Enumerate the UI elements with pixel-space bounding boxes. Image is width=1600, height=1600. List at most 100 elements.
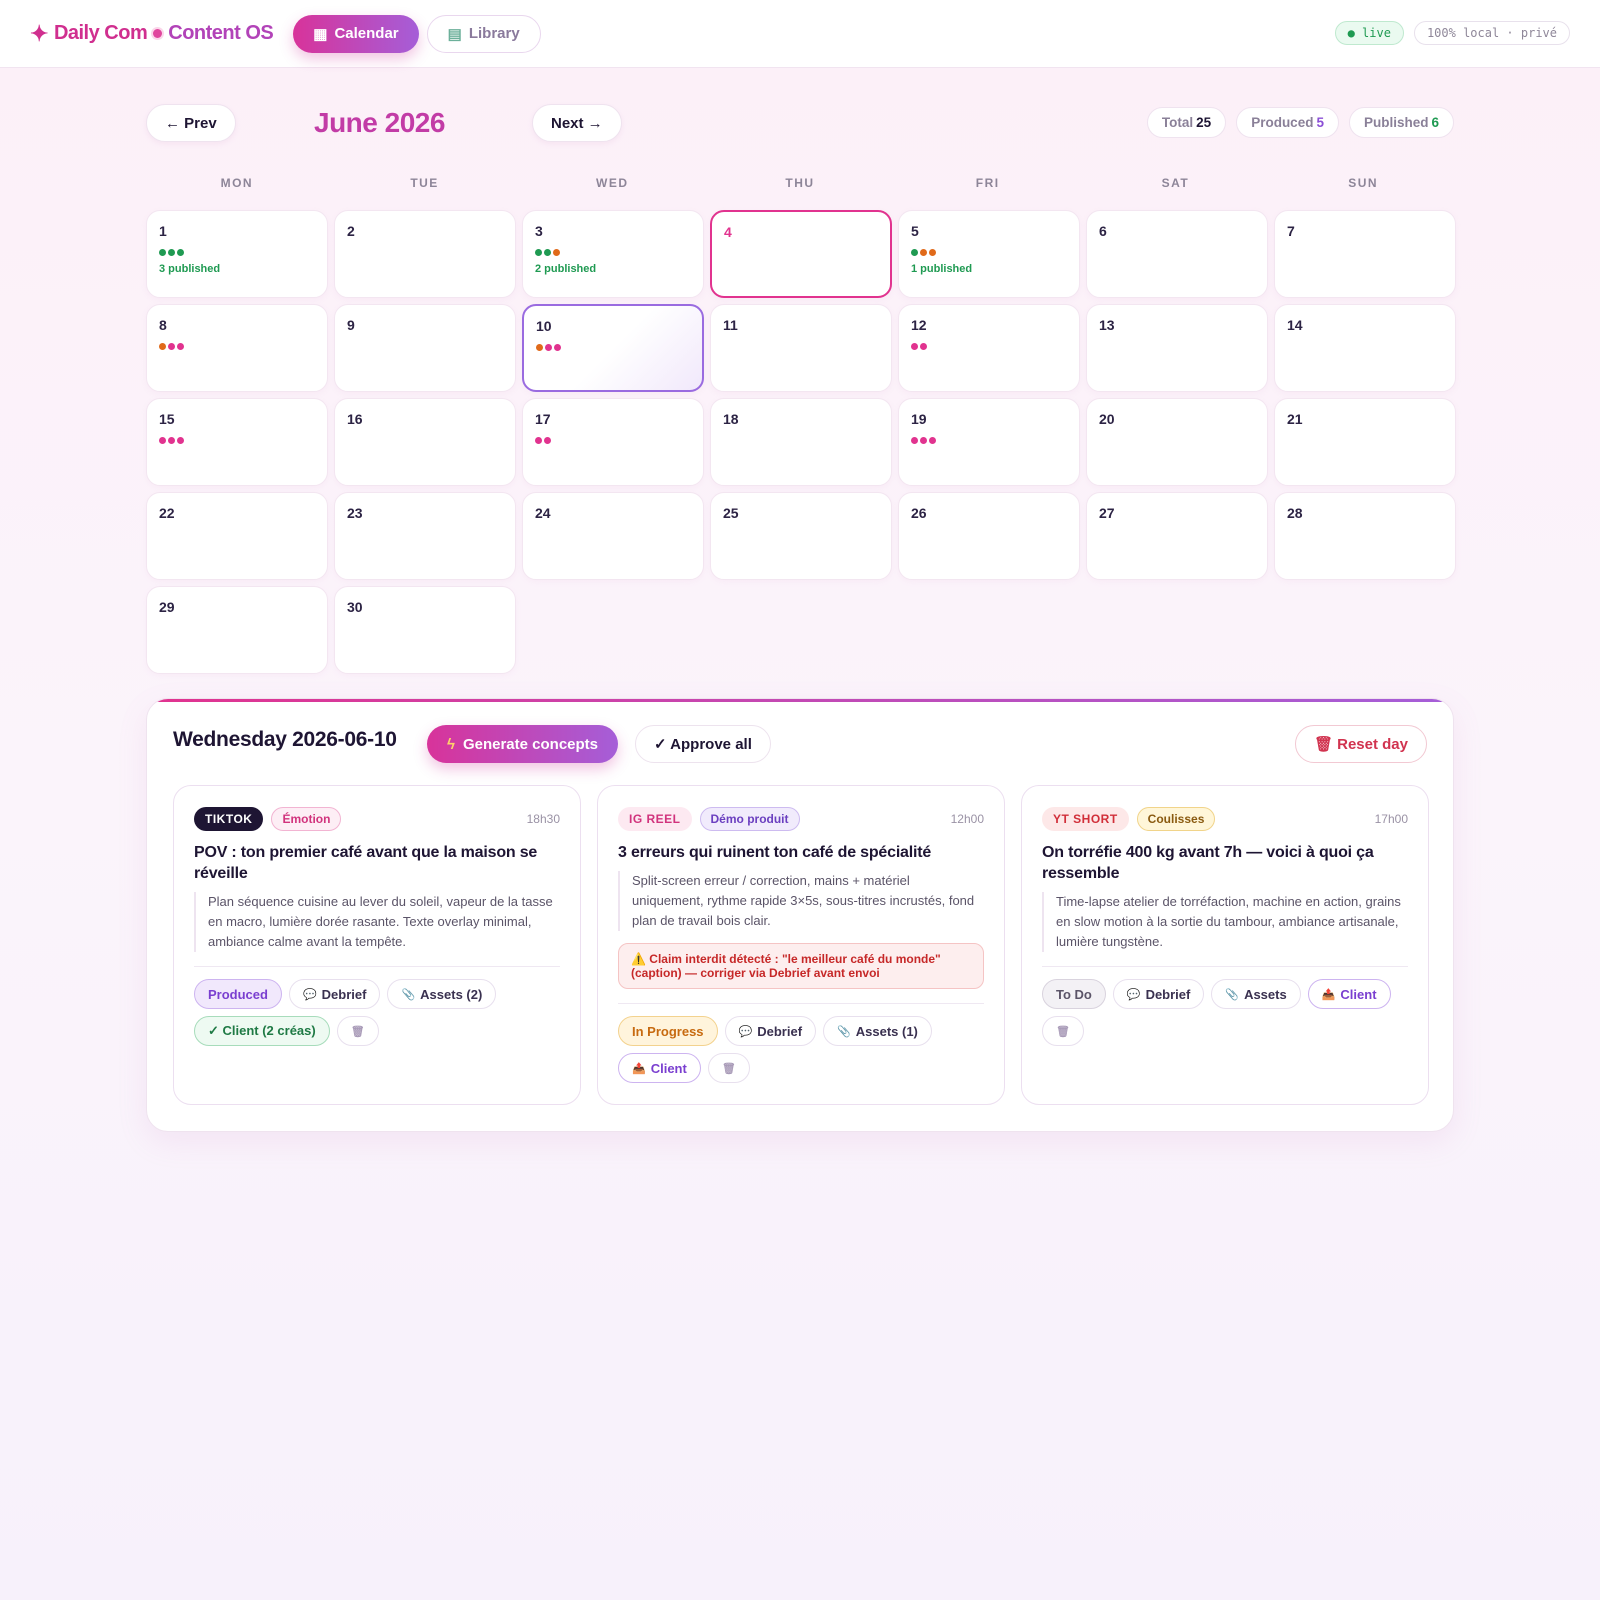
status-dot bbox=[911, 343, 918, 350]
action-client-button[interactable]: 📤 Client bbox=[1307, 979, 1391, 1009]
stat-value: 25 bbox=[1196, 115, 1212, 130]
delete-button[interactable]: 🗑 bbox=[707, 1053, 750, 1083]
status-dots bbox=[911, 343, 1067, 350]
day-cell-10[interactable]: 10 bbox=[522, 304, 704, 392]
reset-day-button[interactable]: 🗑 Reset day bbox=[1295, 725, 1427, 763]
day-cell-11[interactable]: 11 bbox=[710, 304, 892, 392]
day-cell-4[interactable]: 4 bbox=[710, 210, 892, 298]
platform-badge: TIKTOK bbox=[194, 807, 264, 831]
day-cell-24[interactable]: 24 bbox=[522, 492, 704, 580]
generate-concepts-button[interactable]: ϟ Generate concepts bbox=[427, 725, 619, 763]
day-cell-12[interactable]: 12 bbox=[898, 304, 1080, 392]
day-cell-19[interactable]: 19 bbox=[898, 398, 1080, 486]
generate-concepts-label: Generate concepts bbox=[462, 735, 599, 753]
action-client-2-cr-as-button[interactable]: ✓ Client (2 créas) bbox=[194, 1016, 330, 1046]
stat-value: 5 bbox=[1316, 115, 1324, 130]
day-number: 9 bbox=[347, 317, 355, 333]
day-cell-1[interactable]: 1 3 published bbox=[146, 210, 328, 298]
concept-cards: TIKTOK Émotion 18h30 POV : ton premier café… bbox=[173, 785, 1429, 1105]
status-dots bbox=[535, 249, 691, 256]
day-cell-23[interactable]: 23 bbox=[334, 492, 516, 580]
day-cell-17[interactable]: 17 bbox=[522, 398, 704, 486]
day-cell-14[interactable]: 14 bbox=[1274, 304, 1456, 392]
approve-all-button[interactable]: ✓ Approve all bbox=[635, 725, 771, 763]
card-actions: To Do 💬 Debrief 📎 Assets 📤 Client 🗑 bbox=[1042, 979, 1408, 1046]
tab-calendar[interactable]: ▦ Calendar bbox=[293, 14, 419, 53]
concept-description: Time-lapse atelier de torréfaction, mach… bbox=[1042, 892, 1408, 952]
stat-total: Total 25 bbox=[1146, 107, 1227, 138]
paperclip-icon: 📎 bbox=[1225, 988, 1240, 1001]
calendar-grid: 1 3 published 2 3 2 published 4 5 1 published 6 7… bbox=[146, 210, 1456, 674]
day-number: 23 bbox=[347, 505, 363, 521]
action-assets-button[interactable]: 📎 Assets bbox=[1211, 979, 1301, 1009]
category-tag: Coulisses bbox=[1136, 807, 1216, 831]
category-tag: Émotion bbox=[271, 807, 342, 831]
day-cell-2[interactable]: 2 bbox=[334, 210, 516, 298]
day-cell-6[interactable]: 6 bbox=[1086, 210, 1268, 298]
day-cell-27[interactable]: 27 bbox=[1086, 492, 1268, 580]
status-dots bbox=[536, 344, 690, 351]
card-divider bbox=[1042, 966, 1408, 967]
action-in-progress-button[interactable]: In Progress bbox=[618, 1016, 718, 1046]
day-cell-3[interactable]: 3 2 published bbox=[522, 210, 704, 298]
day-cell-26[interactable]: 26 bbox=[898, 492, 1080, 580]
day-cell-21[interactable]: 21 bbox=[1274, 398, 1456, 486]
prev-month-button[interactable]: ← Prev bbox=[146, 104, 236, 142]
day-cell-22[interactable]: 22 bbox=[146, 492, 328, 580]
day-number: 15 bbox=[159, 411, 175, 427]
day-cell-9[interactable]: 9 bbox=[334, 304, 516, 392]
day-number: 17 bbox=[535, 411, 551, 427]
day-cell-20[interactable]: 20 bbox=[1086, 398, 1268, 486]
action-label: Produced bbox=[208, 986, 268, 1002]
status-dot bbox=[545, 344, 552, 351]
delete-button[interactable]: 🗑 bbox=[336, 1016, 379, 1046]
action-debrief-button[interactable]: 💬 Debrief bbox=[288, 979, 381, 1009]
action-assets-2-button[interactable]: 📎 Assets (2) bbox=[387, 979, 497, 1009]
day-cell-25[interactable]: 25 bbox=[710, 492, 892, 580]
stat-label: Total bbox=[1161, 115, 1194, 130]
day-cell-15[interactable]: 15 bbox=[146, 398, 328, 486]
speech-bubble-icon: 💬 bbox=[738, 1025, 753, 1038]
day-cell-18[interactable]: 18 bbox=[710, 398, 892, 486]
concept-card: IG REEL Démo produit 12h00 3 erreurs qui ru… bbox=[597, 785, 1005, 1105]
action-debrief-button[interactable]: 💬 Debrief bbox=[724, 1016, 817, 1046]
action-assets-1-button[interactable]: 📎 Assets (1) bbox=[823, 1016, 932, 1046]
status-dot bbox=[177, 343, 184, 350]
status-dot bbox=[535, 437, 542, 444]
day-cell-29[interactable]: 29 bbox=[146, 586, 328, 674]
next-month-button[interactable]: Next → bbox=[532, 104, 622, 142]
day-cell-5[interactable]: 5 1 published bbox=[898, 210, 1080, 298]
status-dot bbox=[920, 437, 927, 444]
day-cell-28[interactable]: 28 bbox=[1274, 492, 1456, 580]
status-dots bbox=[159, 343, 315, 350]
delete-button[interactable]: 🗑 bbox=[1042, 1016, 1084, 1046]
day-number: 1 bbox=[159, 223, 167, 239]
concept-card: TIKTOK Émotion 18h30 POV : ton premier café… bbox=[173, 785, 581, 1105]
day-number: 28 bbox=[1287, 505, 1303, 521]
concept-description: Plan séquence cuisine au lever du soleil… bbox=[194, 892, 560, 952]
brand-logo[interactable]: ✦ Daily Com Content OS bbox=[30, 20, 274, 47]
tab-library[interactable]: ▤ Library bbox=[426, 14, 541, 53]
status-dot bbox=[177, 437, 184, 444]
action-client-button[interactable]: 📤 Client bbox=[618, 1053, 701, 1083]
card-divider bbox=[194, 966, 560, 967]
day-cell-30[interactable]: 30 bbox=[334, 586, 516, 674]
weekday-tue: TUE bbox=[410, 176, 439, 190]
weekday-mon: MON bbox=[220, 176, 254, 190]
day-cell-8[interactable]: 8 bbox=[146, 304, 328, 392]
action-debrief-button[interactable]: 💬 Debrief bbox=[1112, 979, 1205, 1009]
status-dots bbox=[535, 437, 691, 444]
paperclip-icon: 📎 bbox=[837, 1025, 851, 1038]
speech-bubble-icon: 💬 bbox=[302, 988, 317, 1001]
brand-name: Daily Com bbox=[53, 22, 148, 44]
card-actions: Produced 💬 Debrief 📎 Assets (2) ✓ Client (2 c… bbox=[194, 979, 560, 1046]
day-cell-7[interactable]: 7 bbox=[1274, 210, 1456, 298]
day-cell-16[interactable]: 16 bbox=[334, 398, 516, 486]
day-number: 20 bbox=[1099, 411, 1115, 427]
day-cell-13[interactable]: 13 bbox=[1086, 304, 1268, 392]
sparkle-icon: ✦ bbox=[30, 20, 48, 46]
day-number: 16 bbox=[347, 411, 363, 427]
action-produced-button[interactable]: Produced bbox=[194, 979, 282, 1009]
published-count: 3 published bbox=[159, 263, 221, 275]
action-to-do-button[interactable]: To Do bbox=[1042, 979, 1106, 1009]
